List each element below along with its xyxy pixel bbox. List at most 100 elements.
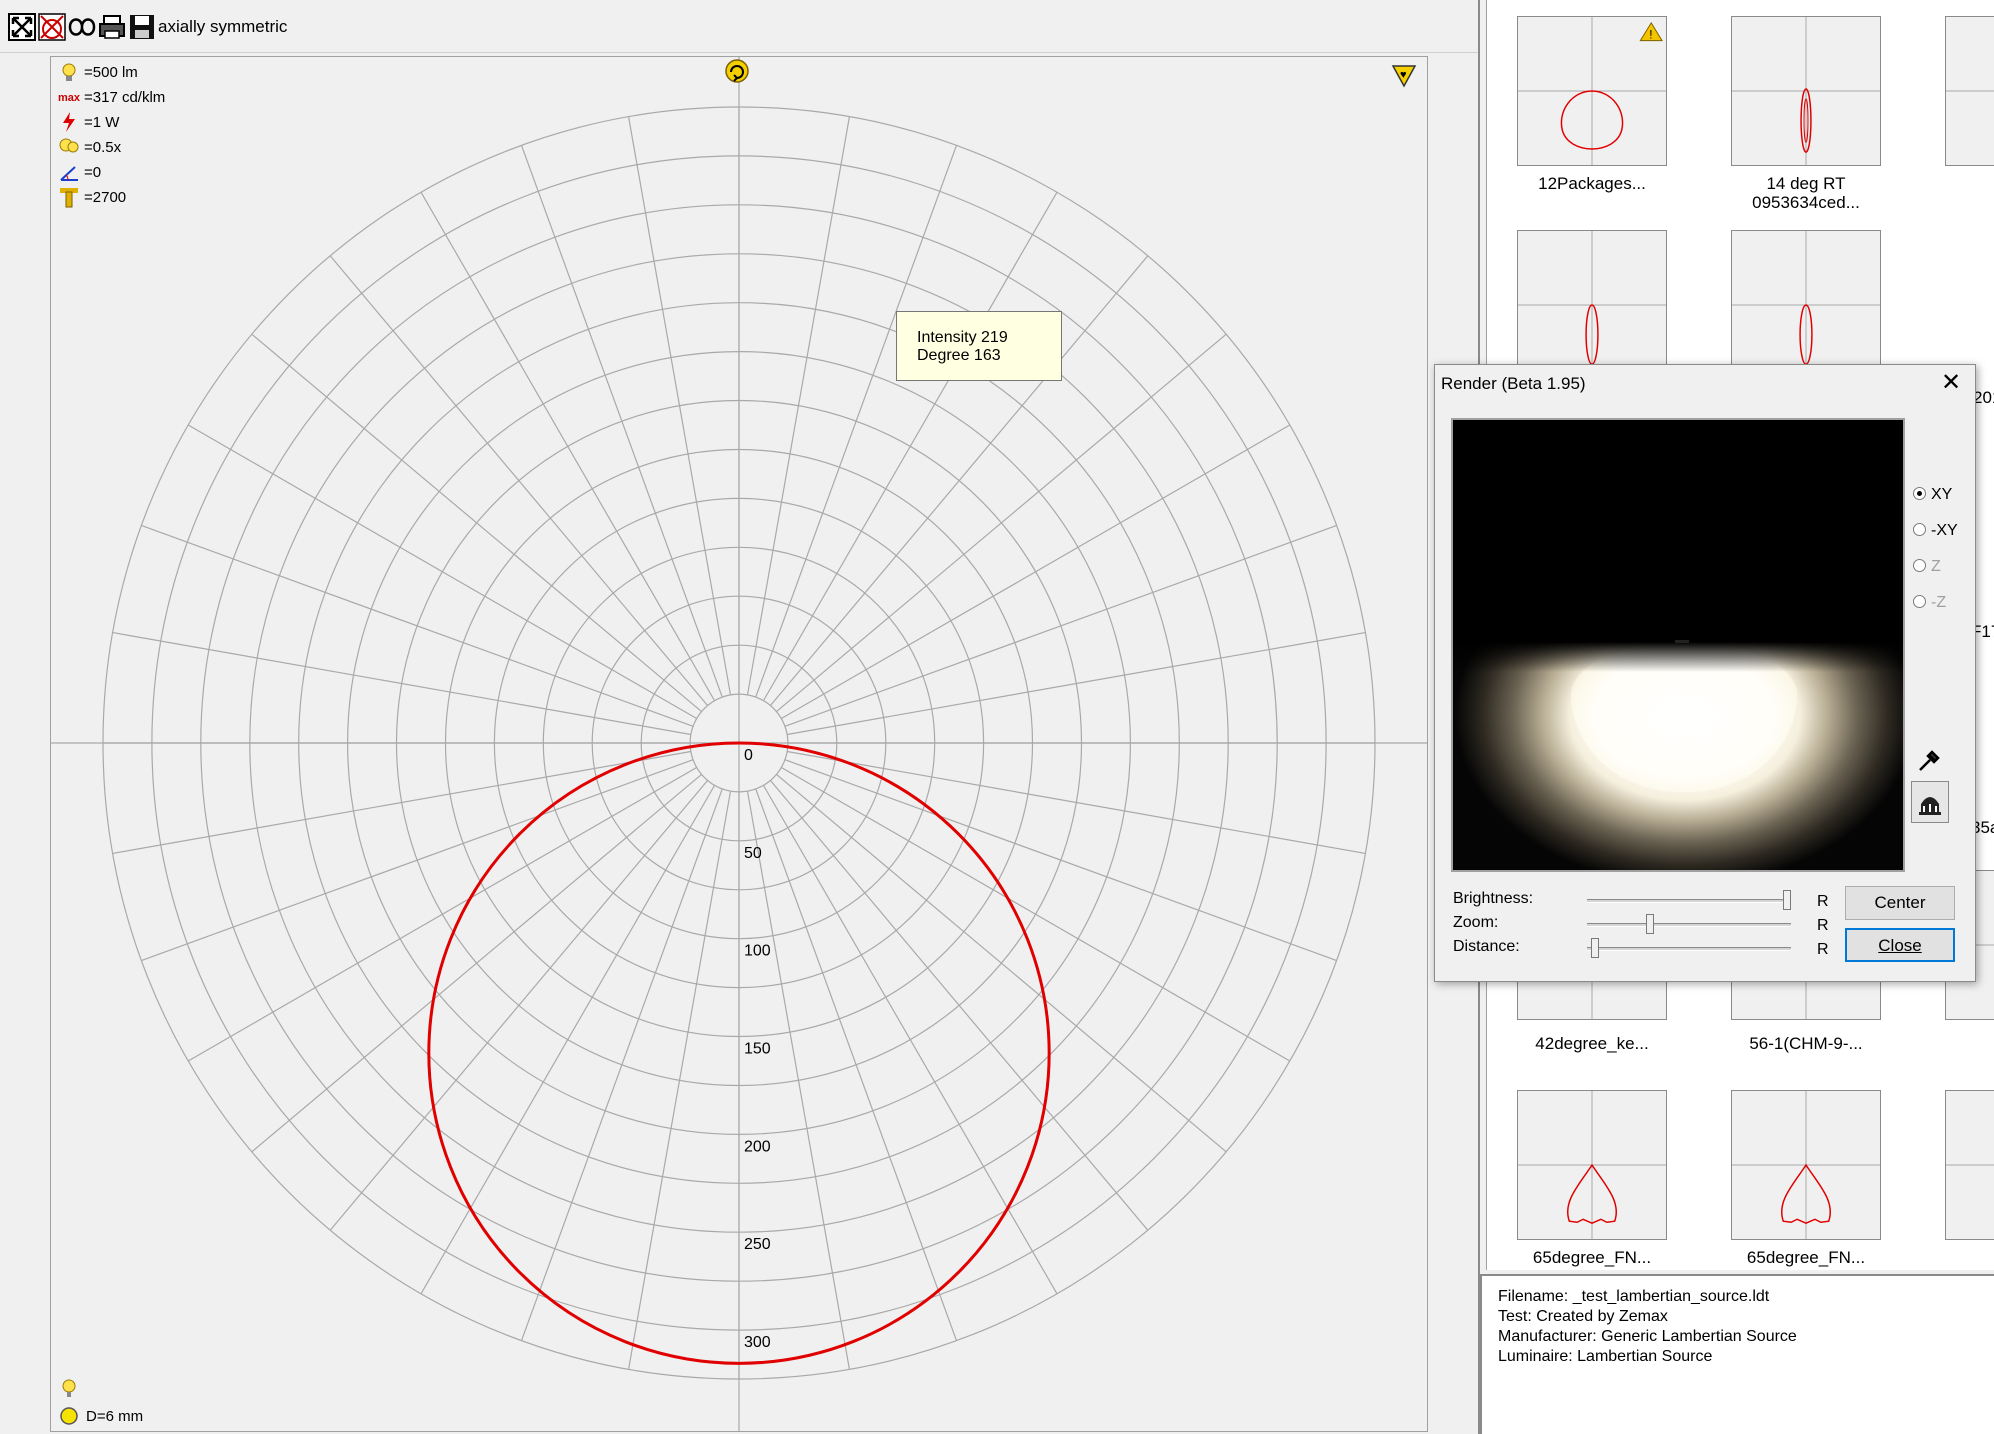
thumbnail-label[interactable]: 14 deg RT 0953634ced... (1696, 174, 1916, 212)
detail-luminaire: Luminaire: Lambertian Source (1498, 1348, 1713, 1365)
svg-text:max: max (58, 92, 80, 104)
thumbnail-label[interactable]: 12Packages... (1487, 174, 1702, 193)
close-button[interactable]: Close (1845, 928, 1955, 962)
detail-filename: Filename: _test_lambertian_source.ldt (1498, 1288, 1770, 1305)
polar-spoke (420, 785, 716, 1295)
render-horizon (1453, 642, 1903, 672)
polar-spoke (746, 791, 851, 1370)
power-value: =1 W (84, 114, 120, 131)
warning-icon: ! (1649, 28, 1652, 42)
luminous-flux: =500 lm (84, 64, 138, 81)
polar-spoke (776, 333, 1227, 713)
radial-tick-label: 300 (744, 1334, 771, 1351)
polar-spoke (746, 116, 851, 695)
rotate-handle-icon[interactable] (723, 57, 751, 85)
print-icon[interactable] (98, 13, 126, 41)
slider-track[interactable] (1587, 923, 1791, 927)
thumbnail-label[interactable]: 65degree_FN... (1696, 1248, 1916, 1267)
polar-spoke (251, 333, 702, 713)
lamp-icon (1919, 797, 1941, 815)
radial-tick-label: 50 (744, 845, 762, 862)
save-icon[interactable] (128, 13, 156, 41)
view-radio-label: XY (1931, 486, 1953, 503)
view-radio-1[interactable]: -XY (1913, 522, 1958, 540)
color-temperature-icon (60, 188, 78, 208)
render-dialog[interactable]: Render (Beta 1.95) ✕ XY -XY Z -Z Brightness… (1434, 364, 1976, 982)
polar-spoke (784, 759, 1337, 962)
thumbnail-label[interactable]: 65de (1910, 1248, 1994, 1267)
eyedropper-icon[interactable] (1915, 749, 1941, 775)
polar-spoke (112, 750, 691, 855)
slider-thumb[interactable] (1645, 914, 1654, 934)
slider-reset-button[interactable]: R (1817, 941, 1829, 959)
render-viewport[interactable] (1451, 418, 1905, 872)
detail-manufacturer: Manufacturer: Generic Lambertian Source (1498, 1328, 1797, 1345)
polar-intensity-chart[interactable]: 0 50 100 150 200 250 300 (51, 57, 1427, 1431)
close-icon[interactable]: ✕ (1937, 369, 1965, 397)
symmetry-icon[interactable] (68, 13, 96, 41)
toolbar: axially symmetric (0, 0, 1478, 53)
polar-spoke (251, 773, 702, 1153)
slider-reset-button[interactable]: R (1817, 893, 1829, 911)
thumbnail-label[interactable]: 56-1(CHM-9-... (1696, 1034, 1916, 1053)
polar-spoke (141, 759, 694, 962)
view-radio-2[interactable]: Z (1913, 558, 1941, 576)
slider-reset-button[interactable]: R (1817, 917, 1829, 935)
thumbnail-label[interactable]: 14 095 (1910, 174, 1994, 212)
polar-grid-icon[interactable] (38, 13, 66, 41)
lamp-toggle-button[interactable] (1911, 781, 1949, 823)
slider-track[interactable] (1587, 899, 1791, 903)
radio-button-icon[interactable] (1913, 595, 1926, 608)
view-radio-3[interactable]: -Z (1913, 594, 1946, 612)
radial-tick-label: 200 (744, 1138, 771, 1155)
radio-button-icon[interactable] (1913, 487, 1926, 500)
source-marker (1675, 640, 1689, 643)
dialog-title: Render (Beta 1.95) (1441, 374, 1586, 393)
center-button[interactable]: Center (1845, 886, 1955, 920)
polar-spoke (329, 780, 709, 1231)
tooltip-intensity: Intensity 219 (917, 329, 1008, 346)
small-bulb-icon (62, 1379, 76, 1397)
polar-spoke (781, 766, 1291, 1062)
luminaire-thumbnail[interactable] (1945, 16, 1994, 166)
polar-spoke (755, 788, 958, 1341)
luminaire-thumbnail[interactable] (1731, 230, 1881, 380)
max-intensity-icon: max (58, 92, 80, 104)
polar-spoke (187, 424, 697, 720)
polar-spoke (781, 424, 1291, 720)
svg-text:♥: ♥ (1400, 69, 1407, 81)
luminaire-thumbnail[interactable] (1731, 16, 1881, 166)
polar-spoke (762, 191, 1058, 701)
luminaire-thumbnail[interactable]: ! (1517, 16, 1667, 166)
render-background (1453, 420, 1903, 642)
thumbnail-label[interactable]: 6 130 (1910, 1034, 1994, 1072)
polar-spoke (187, 766, 697, 1062)
tilt-angle-icon (60, 166, 78, 181)
luminaire-thumbnail[interactable] (1517, 230, 1667, 380)
slider-thumb[interactable] (1590, 938, 1599, 958)
polar-spoke (784, 524, 1337, 727)
polar-spoke (520, 788, 723, 1341)
intensity-tooltip: Intensity 219 Degree 163 (896, 311, 1062, 381)
luminaire-thumbnail[interactable] (1731, 1090, 1881, 1240)
slider-thumb[interactable] (1783, 890, 1791, 910)
radial-tick-label: 150 (744, 1041, 771, 1058)
fit-view-icon[interactable] (8, 13, 36, 41)
thumbnail-label[interactable]: 65degree_FN... (2)IES (1487, 1248, 1702, 1270)
polar-spoke (769, 780, 1149, 1231)
radio-button-icon[interactable] (1913, 523, 1926, 536)
polar-spoke (762, 785, 1058, 1295)
thumbnail-label[interactable]: 42degree_ke... (1487, 1034, 1702, 1053)
polar-plot-panel[interactable]: 0 50 100 150 200 250 300 ♥ (50, 56, 1428, 1432)
tilt-value: =0 (84, 164, 102, 181)
radio-button-icon[interactable] (1913, 559, 1926, 572)
slider-track[interactable] (1587, 947, 1791, 951)
polar-spoke (329, 255, 709, 706)
luminaire-thumbnail[interactable] (1945, 1090, 1994, 1240)
view-radio-0[interactable]: XY (1913, 486, 1952, 504)
luminaire-thumbnail[interactable] (1517, 1090, 1667, 1240)
filter-icon[interactable]: ♥ (1391, 63, 1417, 89)
partial-label: 201 (1973, 388, 1994, 407)
polar-spoke (787, 750, 1366, 855)
polar-spoke (520, 145, 723, 698)
